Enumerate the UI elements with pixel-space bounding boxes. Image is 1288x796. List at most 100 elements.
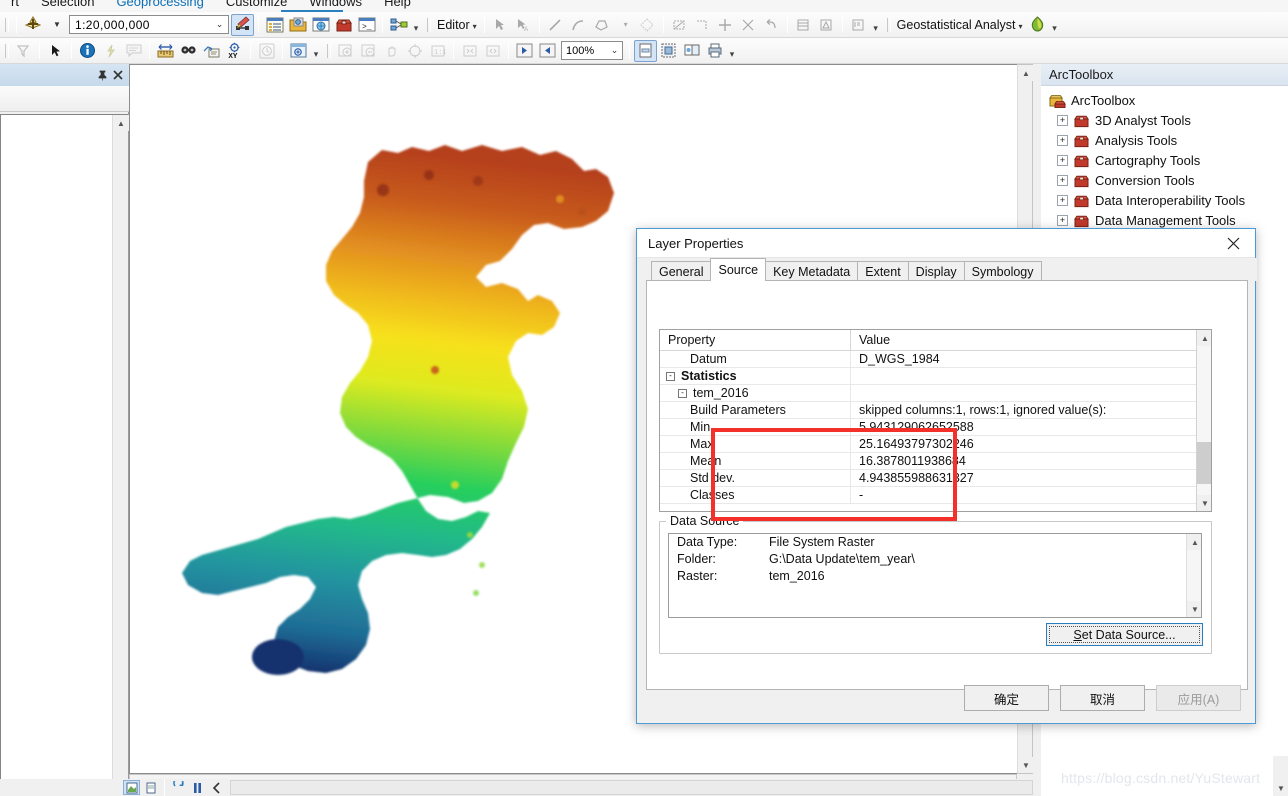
search-window-icon[interactable]	[309, 14, 332, 36]
toolbar-grip[interactable]	[3, 16, 10, 34]
geostatistical-analyst-menu-button[interactable]: Geostatistical Analyst ▾	[894, 18, 1026, 32]
menu-item-help[interactable]: Help	[373, 0, 422, 12]
toolbar-grip[interactable]	[425, 16, 432, 34]
expander-icon[interactable]: +	[1057, 214, 1068, 226]
pan-icon[interactable]	[380, 40, 403, 62]
arctoolbox-item-cartography-tools[interactable]: + Cartography Tools	[1041, 150, 1288, 170]
tab-key-metadata[interactable]: Key Metadata	[765, 261, 859, 281]
expander-icon[interactable]: +	[1057, 134, 1068, 146]
data-driven-pages-icon[interactable]	[680, 40, 703, 62]
find-route-icon[interactable]	[200, 40, 223, 62]
toc-layer-list[interactable]: ▲ ▼	[0, 114, 129, 796]
model-builder-icon[interactable]	[387, 14, 410, 36]
change-layout-icon[interactable]	[657, 40, 680, 62]
zoom-out-icon[interactable]	[357, 40, 380, 62]
go-to-xy-icon[interactable]: XY	[223, 40, 246, 62]
go-forward-icon[interactable]	[536, 40, 559, 62]
refresh-icon[interactable]	[170, 780, 187, 795]
close-icon[interactable]	[110, 68, 125, 83]
table-row[interactable]: Max 25.16493797302246	[660, 436, 1211, 453]
expander-icon[interactable]: -	[678, 388, 687, 398]
arctoolbox-item-data-interoperability-tools[interactable]: + Data Interoperability Tools	[1041, 190, 1288, 210]
geostatistical-wizard-icon[interactable]	[1026, 14, 1049, 36]
find-icon[interactable]	[177, 40, 200, 62]
select-elements-icon[interactable]	[44, 40, 67, 62]
map-scale-combobox[interactable]: 1:20,000,000 ⌄	[69, 15, 229, 34]
scroll-down-icon[interactable]: ▼	[1273, 780, 1288, 796]
arctoolbox-item-data-management-tools[interactable]: + Data Management Tools	[1041, 210, 1288, 230]
table-row[interactable]: Std dev. 4.943855988631327	[660, 470, 1211, 487]
editor-menu-button[interactable]: Editor ▾	[434, 18, 480, 32]
chevron-down-icon[interactable]: ▾	[613, 14, 636, 36]
straight-segment-icon[interactable]	[544, 14, 567, 36]
arctoolbox-root-item[interactable]: ArcToolbox	[1041, 90, 1288, 110]
rectangle-icon[interactable]	[668, 14, 691, 36]
data-source-textbox[interactable]: Data Type: File System Raster Folder: G:…	[668, 533, 1202, 618]
go-back-icon[interactable]	[513, 40, 536, 62]
hyperlink-icon[interactable]	[99, 40, 122, 62]
time-slider-icon[interactable]	[255, 40, 278, 62]
table-row[interactable]: - tem_2016	[660, 385, 1211, 402]
edit-sketch-icon[interactable]	[231, 13, 254, 36]
table-row[interactable]: - Statistics	[660, 368, 1211, 385]
table-row[interactable]: Mean 16.3878011938684	[660, 453, 1211, 470]
undo-icon[interactable]	[760, 14, 783, 36]
toc-scrollbar[interactable]: ▲ ▼	[112, 115, 129, 796]
arctoolbox-item-3d-analyst-tools[interactable]: + 3D Analyst Tools	[1041, 110, 1288, 130]
tab-source[interactable]: Source	[710, 258, 767, 281]
midpoint-icon[interactable]	[714, 14, 737, 36]
point-icon[interactable]	[691, 14, 714, 36]
zoom-in-icon[interactable]	[334, 40, 357, 62]
toolbar-overflow-button[interactable]: ▾	[870, 14, 882, 36]
dialog-title-bar[interactable]: Layer Properties	[637, 229, 1255, 258]
scroll-down-icon[interactable]: ▼	[1018, 757, 1034, 773]
edit-annotation-icon[interactable]: A	[512, 14, 535, 36]
menu-item-selection[interactable]: Selection	[30, 0, 105, 12]
data-source-scrollbar[interactable]: ▲ ▼	[1186, 534, 1201, 617]
property-grid-scrollbar[interactable]: ▲ ▼	[1196, 330, 1211, 511]
edit-tool-icon[interactable]	[489, 14, 512, 36]
fixed-zoom-icon[interactable]: 1:1	[426, 40, 449, 62]
scroll-up-icon[interactable]: ▲	[113, 115, 129, 131]
tab-general[interactable]: General	[651, 261, 712, 281]
scroll-up-icon[interactable]: ▲	[1197, 330, 1211, 346]
create-viewer-window-icon[interactable]	[287, 40, 310, 62]
construction-icon[interactable]	[636, 14, 659, 36]
page-layout-icon[interactable]	[634, 39, 657, 62]
pause-drawing-icon[interactable]	[189, 780, 206, 795]
menu-item-geoprocessing[interactable]: Geoprocessing	[105, 0, 214, 12]
zoom-out-fixed-icon[interactable]	[481, 40, 504, 62]
sketch-properties-icon[interactable]	[815, 14, 838, 36]
attributes-icon[interactable]	[792, 14, 815, 36]
table-of-contents-icon[interactable]	[263, 14, 286, 36]
scroll-down-icon[interactable]: ▼	[1197, 495, 1211, 511]
expander-icon[interactable]: +	[1057, 194, 1068, 206]
create-features-icon[interactable]	[847, 14, 870, 36]
table-row[interactable]: Min 5.943129062652588	[660, 419, 1211, 436]
menu-item-insert[interactable]: rt	[0, 0, 30, 12]
cancel-button[interactable]: 取消	[1060, 685, 1145, 711]
expander-icon[interactable]: +	[1057, 114, 1068, 126]
table-row[interactable]: Classes -	[660, 487, 1211, 504]
scroll-up-icon[interactable]: ▲	[1018, 65, 1034, 81]
arctoolbox-item-analysis-tools[interactable]: + Analysis Tools	[1041, 130, 1288, 150]
arctoolbox-icon[interactable]	[332, 14, 355, 36]
scroll-up-icon[interactable]: ▲	[1187, 534, 1201, 550]
toolbar-grip[interactable]	[3, 42, 10, 60]
arctoolbox-item-conversion-tools[interactable]: + Conversion Tools	[1041, 170, 1288, 190]
python-window-icon[interactable]: >_	[355, 14, 378, 36]
arc-segment-icon[interactable]	[567, 14, 590, 36]
scrollbar-thumb[interactable]	[1197, 442, 1211, 484]
scroll-down-icon[interactable]: ▼	[1187, 601, 1201, 617]
tab-display[interactable]: Display	[907, 261, 965, 281]
continue-icon[interactable]	[208, 780, 225, 795]
set-data-source-button[interactable]: Set Data Source...	[1046, 623, 1203, 646]
measure-icon[interactable]	[154, 40, 177, 62]
expander-icon[interactable]: -	[666, 371, 675, 381]
toolbar-overflow-button[interactable]: ▾	[726, 40, 738, 62]
zoom-in-fixed-icon[interactable]	[458, 40, 481, 62]
tab-symbology[interactable]: Symbology	[963, 261, 1042, 281]
chevron-down-icon[interactable]: ▼	[44, 14, 67, 36]
html-popup-icon[interactable]	[122, 40, 145, 62]
print-preview-icon[interactable]	[703, 40, 726, 62]
